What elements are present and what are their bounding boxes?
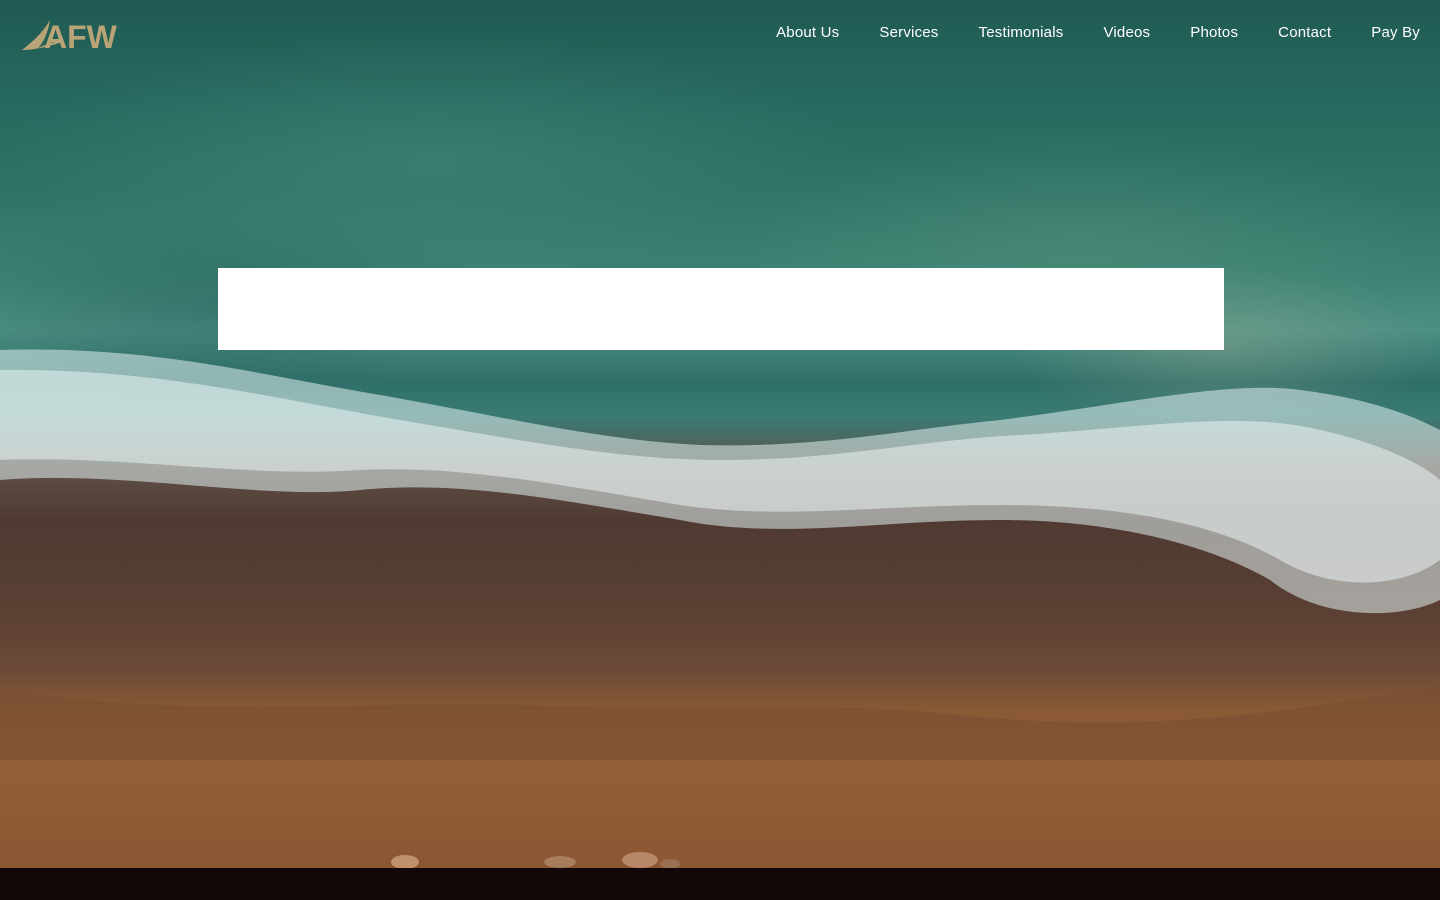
nav-testimonials[interactable]: Testimonials (979, 24, 1064, 41)
hero-overlay-box (218, 268, 1224, 350)
surf-waves-graphic (0, 349, 1440, 868)
nav-photos[interactable]: Photos (1190, 24, 1238, 41)
nav-pay-by[interactable]: Pay By (1371, 24, 1420, 41)
page: AFW About Us Services Testimonials Video… (0, 0, 1440, 900)
nav-videos[interactable]: Videos (1103, 24, 1150, 41)
logo-text: AFW (44, 19, 118, 55)
nav-contact[interactable]: Contact (1278, 24, 1331, 41)
nav-services[interactable]: Services (879, 24, 938, 41)
footer-bar (0, 868, 1440, 900)
afw-logo[interactable]: AFW (20, 16, 120, 56)
hero-background-image (0, 0, 1440, 868)
site-header: AFW About Us Services Testimonials Video… (0, 0, 1440, 70)
nav-about-us[interactable]: About Us (776, 24, 839, 41)
main-nav: About Us Services Testimonials Videos Ph… (776, 24, 1420, 41)
